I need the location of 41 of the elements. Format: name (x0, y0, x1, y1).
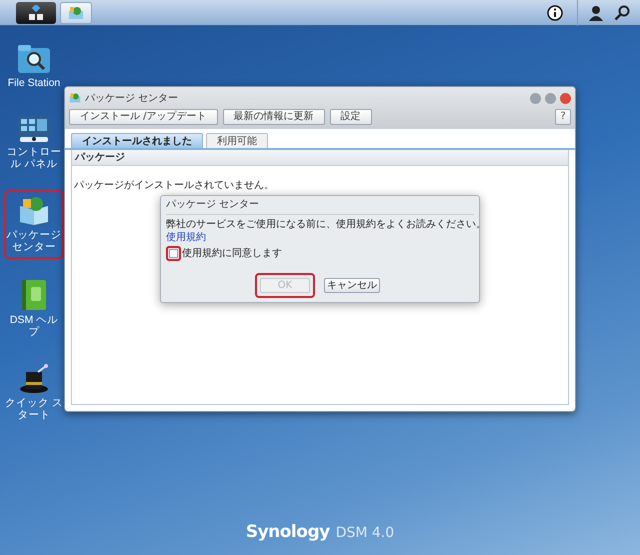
dialog-message: 弊社のサービスをご使用になる前に、使用規約をよくお読みください。 (166, 218, 486, 231)
dialog-button[interactable]: キャンセル (324, 278, 380, 293)
user-icon[interactable] (588, 4, 604, 20)
desktop-shortcut[interactable]: File Station (4, 38, 64, 95)
minimize-icon[interactable] (530, 92, 541, 104)
help-book-icon (21, 279, 47, 311)
logo-product: DSM 4.0 (336, 524, 394, 543)
shortcut-label: コントロール パネル (6, 146, 62, 170)
package-box-icon (17, 196, 51, 226)
search-icon[interactable] (614, 4, 630, 20)
shortcut-label: File Station (6, 77, 62, 89)
shortcut-label: クイック スタート (5, 397, 63, 421)
toolbar-button[interactable]: 最新の情報に更新 (222, 109, 325, 125)
control-panel-icon (17, 115, 51, 143)
desktop-shortcut[interactable]: コントロール パネル (4, 109, 64, 176)
empty-message: パッケージがインストールされていません。 (74, 180, 274, 191)
close-icon[interactable] (560, 92, 571, 104)
toolbar-button[interactable]: インストール /アップデート (69, 109, 218, 125)
logo-brand: Synology (246, 521, 330, 544)
toolbar-button[interactable]: 設定 (330, 109, 372, 125)
grid-icon (28, 4, 44, 20)
dialog-title: パッケージ センター (166, 196, 474, 215)
folder-search-icon (17, 44, 51, 74)
taskbar-app-button[interactable] (60, 2, 92, 24)
checkbox-label: 使用規約に同意します (182, 246, 282, 261)
info-icon[interactable] (547, 4, 563, 20)
tab[interactable]: 利用可能 (206, 133, 268, 148)
terms-link[interactable]: 使用規約 (166, 231, 206, 244)
window-title: パッケージ センター (85, 92, 178, 106)
magic-hat-icon (18, 364, 50, 394)
maximize-icon[interactable] (545, 92, 556, 104)
main-menu-button[interactable] (16, 2, 56, 24)
package-icon (68, 6, 84, 20)
grid-header: パッケージ (72, 150, 568, 166)
shortcut-label: パッケージセンター (6, 229, 62, 253)
help-button[interactable]: ? (555, 109, 571, 125)
tab[interactable]: インストールされました (71, 133, 203, 148)
package-icon (69, 92, 81, 104)
desktop-shortcut[interactable]: DSM ヘルプ (4, 273, 64, 344)
desktop-shortcut[interactable]: クイック スタート (4, 358, 64, 427)
shortcut-label: DSM ヘルプ (8, 314, 60, 338)
